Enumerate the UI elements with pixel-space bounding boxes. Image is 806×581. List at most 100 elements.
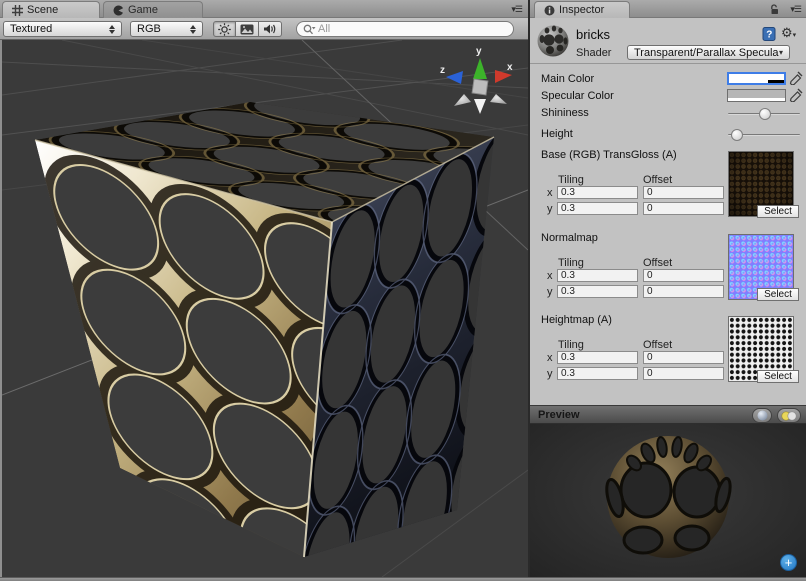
- offset-y-input[interactable]: [643, 285, 724, 298]
- y-axis-label: y: [547, 286, 553, 298]
- window-bottom-edge: [0, 577, 806, 581]
- info-icon: [544, 5, 555, 16]
- tiling-header: Tiling: [558, 174, 584, 186]
- updown-arrows-icon: [109, 25, 115, 34]
- x-axis-label: x: [547, 270, 553, 282]
- sphere-icon: [757, 410, 768, 421]
- search-icon: [303, 24, 318, 35]
- tab-game-label: Game: [128, 4, 158, 16]
- render-mode-dropdown[interactable]: Textured: [3, 21, 122, 37]
- material-ball-icon: [536, 24, 570, 58]
- scene-gizmo[interactable]: y x z: [440, 46, 513, 114]
- alpha-bar-white: [729, 80, 768, 83]
- channel-dropdown[interactable]: RGB: [130, 21, 203, 37]
- eyedropper-icon[interactable]: [789, 71, 803, 85]
- add-button[interactable]: +: [780, 554, 797, 571]
- shininess-label: Shininess: [541, 107, 589, 119]
- tiling-header: Tiling: [558, 257, 584, 269]
- tiling-header: Tiling: [558, 339, 584, 351]
- section-title: Heightmap (A): [541, 314, 612, 326]
- main-color-swatch[interactable]: [727, 72, 786, 85]
- scene-tabbar: Scene Game ▾☰: [0, 0, 528, 18]
- tab-game[interactable]: Game: [103, 1, 203, 18]
- scene-viewport[interactable]: y x z: [0, 40, 528, 577]
- search-input[interactable]: [318, 23, 478, 35]
- inspector-panel: Inspector ▾☰: [530, 0, 806, 577]
- specular-color-label: Specular Color: [541, 90, 614, 102]
- gizmo-x-label: x: [507, 62, 513, 73]
- specular-color-swatch[interactable]: [727, 89, 786, 102]
- chevron-down-icon: ▾: [793, 32, 797, 39]
- texture-section-normalmap: Normalmap Tiling Offset x y: [530, 232, 806, 304]
- gizmo-y-cone[interactable]: [473, 58, 487, 79]
- offset-x-input[interactable]: [643, 269, 724, 282]
- tab-inspector[interactable]: Inspector: [534, 1, 630, 18]
- gear-icon: ⚙: [781, 25, 793, 40]
- audio-toggle-button[interactable]: [259, 21, 282, 37]
- lock-icon[interactable]: [770, 4, 780, 15]
- image-icon: [240, 24, 254, 35]
- offset-x-input[interactable]: [643, 186, 724, 199]
- shininess-slider-thumb[interactable]: [759, 108, 771, 120]
- base-select-button[interactable]: Select: [757, 205, 799, 218]
- tab-inspector-label: Inspector: [559, 4, 604, 16]
- gear-menu-button[interactable]: ⚙▾: [781, 25, 796, 41]
- heightmap-select-button[interactable]: Select: [757, 370, 799, 383]
- height-label: Height: [541, 128, 573, 140]
- preview-sphere-render: [530, 424, 806, 577]
- game-icon: [113, 5, 124, 16]
- tiling-y-input[interactable]: [557, 202, 638, 215]
- gizmo-z-cone[interactable]: [446, 71, 463, 84]
- inspector-menu-icon[interactable]: ▾☰: [790, 4, 801, 15]
- section-title: Normalmap: [541, 232, 598, 244]
- offset-header: Offset: [643, 257, 672, 269]
- shader-label: Shader: [576, 47, 611, 59]
- normalmap-select-button[interactable]: Select: [757, 288, 799, 301]
- scene-toolbar: Textured RGB: [0, 18, 528, 40]
- chevron-down-icon: ▾: [779, 48, 783, 57]
- tiling-x-input[interactable]: [557, 186, 638, 199]
- scene-3d-render: y x z: [2, 40, 528, 577]
- shininess-slider[interactable]: [728, 108, 800, 120]
- offset-y-input[interactable]: [643, 367, 724, 380]
- x-axis-label: x: [547, 352, 553, 364]
- shader-dropdown[interactable]: Transparent/Parallax Specular ▾: [627, 45, 790, 60]
- texture-section-base: Base (RGB) TransGloss (A) Tiling Offset …: [530, 149, 806, 221]
- scene-panel-menu-icon[interactable]: ▾☰: [511, 4, 522, 15]
- lights-icon: [781, 411, 797, 421]
- tiling-x-input[interactable]: [557, 351, 638, 364]
- material-header: bricks Shader Transparent/Parallax Specu…: [530, 18, 806, 64]
- lighting-toggle-button[interactable]: [213, 21, 236, 37]
- tiling-x-input[interactable]: [557, 269, 638, 282]
- gizmo-z-label: z: [440, 65, 445, 76]
- channel-value: RGB: [137, 23, 161, 35]
- material-name: bricks: [576, 27, 610, 42]
- offset-header: Offset: [643, 174, 672, 186]
- preview-title: Preview: [538, 409, 580, 421]
- tab-scene[interactable]: Scene: [2, 1, 100, 18]
- section-title: Base (RGB) TransGloss (A): [541, 149, 677, 161]
- offset-x-input[interactable]: [643, 351, 724, 364]
- grid-icon: [12, 5, 23, 16]
- scene-search-box[interactable]: [296, 21, 514, 37]
- texture-section-heightmap: Heightmap (A) Tiling Offset x y: [530, 314, 806, 386]
- preview-bar[interactable]: Preview: [530, 405, 806, 424]
- tiling-y-input[interactable]: [557, 367, 638, 380]
- tiling-y-input[interactable]: [557, 285, 638, 298]
- eyedropper-icon[interactable]: [789, 88, 803, 102]
- preview-mesh-button[interactable]: [752, 408, 772, 423]
- height-slider-thumb[interactable]: [731, 129, 743, 141]
- offset-y-input[interactable]: [643, 202, 724, 215]
- main-color-label: Main Color: [541, 73, 594, 85]
- x-axis-label: x: [547, 187, 553, 199]
- preview-lighting-button[interactable]: [777, 408, 801, 423]
- skybox-toggle-button[interactable]: [236, 21, 259, 37]
- y-axis-label: y: [547, 368, 553, 380]
- height-slider[interactable]: [728, 129, 800, 141]
- svg-text:?: ?: [766, 30, 772, 41]
- material-preview-area[interactable]: +: [530, 424, 806, 577]
- help-icon[interactable]: ?: [762, 27, 776, 41]
- unity-editor-window: Scene Game ▾☰ Textured RGB: [0, 0, 806, 581]
- y-axis-label: y: [547, 203, 553, 215]
- alpha-bar-white: [728, 98, 785, 101]
